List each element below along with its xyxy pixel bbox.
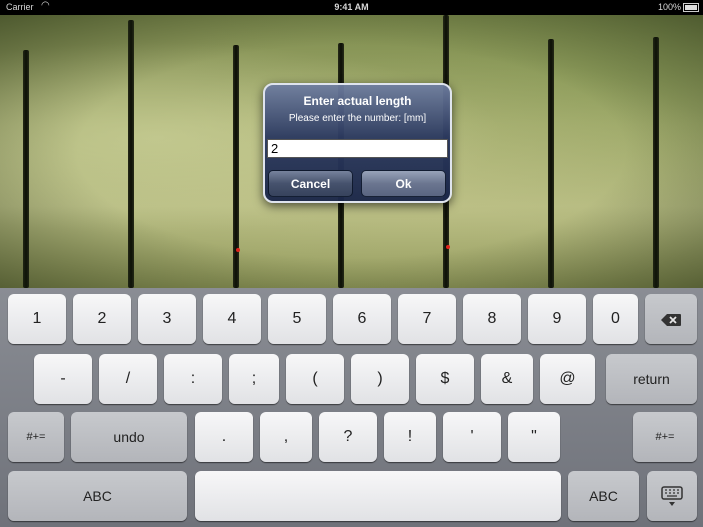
key-9[interactable]: 9 [528,294,586,344]
abc-key-left[interactable]: ABC [8,471,187,521]
key-apostrophe[interactable]: ' [443,412,501,462]
return-key[interactable]: return [606,354,697,404]
key-close-paren[interactable]: ) [351,354,409,404]
keyboard-dismiss-icon [661,486,683,507]
status-time: 9:41 AM [334,2,369,12]
key-7[interactable]: 7 [398,294,456,344]
key-2[interactable]: 2 [73,294,131,344]
key-3[interactable]: 3 [138,294,196,344]
key-8[interactable]: 8 [463,294,521,344]
dialog-title: Enter actual length [303,94,412,108]
cancel-button[interactable]: Cancel [268,170,353,197]
key-4[interactable]: 4 [203,294,261,344]
enter-length-dialog: Enter actual length Please enter the num… [263,83,452,203]
abc-key-right[interactable]: ABC [568,471,639,521]
undo-key[interactable]: undo [71,412,187,462]
key-colon[interactable]: : [164,354,222,404]
key-period[interactable]: . [195,412,253,462]
key-5[interactable]: 5 [268,294,326,344]
key-0[interactable]: 0 [593,294,638,344]
key-6[interactable]: 6 [333,294,391,344]
dismiss-keyboard-key[interactable] [647,471,697,521]
key-1[interactable]: 1 [8,294,66,344]
battery-percentage: 100% [657,2,681,12]
ok-button[interactable]: Ok [361,170,446,197]
key-ampersand[interactable]: & [481,354,533,404]
battery-icon [683,3,699,12]
key-comma[interactable]: , [260,412,312,462]
key-exclamation[interactable]: ! [384,412,436,462]
length-input[interactable] [267,139,448,158]
key-at[interactable]: @ [540,354,595,404]
dialog-message: Please enter the number: [mm] [288,113,427,124]
key-slash[interactable]: / [99,354,157,404]
key-dollar[interactable]: $ [416,354,474,404]
backspace-icon [661,314,681,327]
key-open-paren[interactable]: ( [286,354,344,404]
key-semicolon[interactable]: ; [229,354,279,404]
numeric-keyboard: 1 2 3 4 5 6 7 8 9 0 - / : ; ( ) $ & @ re… [0,288,703,527]
symbols-shift-right[interactable]: #+= [633,412,697,462]
status-bar: Carrier ◠ 9:41 AM 100% [0,0,703,15]
backspace-key[interactable] [645,294,697,344]
space-bar[interactable] [195,471,561,521]
key-minus[interactable]: - [34,354,92,404]
key-quote[interactable]: " [508,412,560,462]
symbols-shift-left[interactable]: #+= [8,412,64,462]
key-question[interactable]: ? [319,412,377,462]
